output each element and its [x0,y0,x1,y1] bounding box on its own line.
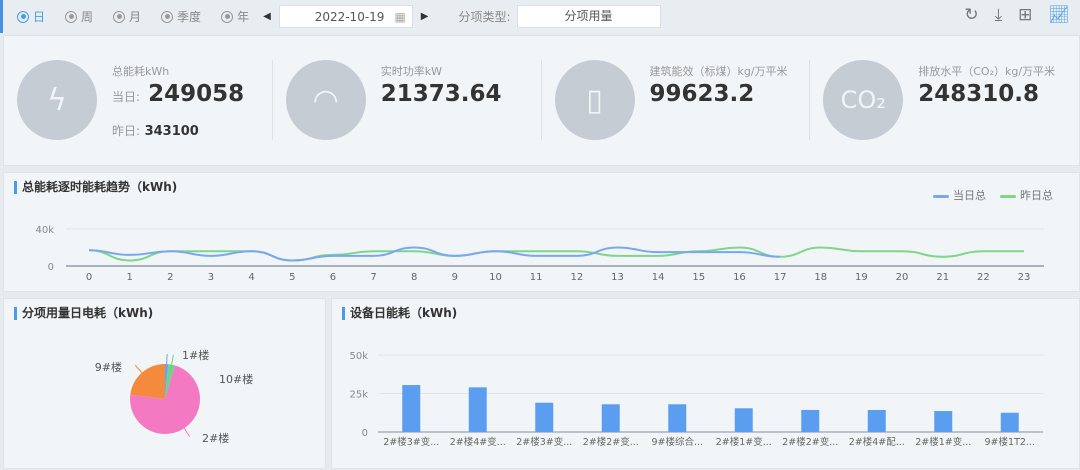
kpi-emission: CO₂ 排放水平（CO₂）kg/万平米 248310.8 [810,36,1079,165]
x-tick-label: 11 [530,272,543,283]
line-chart: 040k012345678910111213141516171819202122… [4,173,1080,293]
x-tick-label: 18 [814,272,827,283]
x-tick-label: 2#楼2#变... [583,436,639,448]
radio-icon [65,11,77,23]
pie-label: 9#楼 [95,360,122,374]
bar [535,403,553,432]
trend-panel: 总能耗逐时能耗趋势（kWh) 当日总 昨日总 040k0123456789101… [3,172,1080,292]
y-tick-label: 0 [48,262,54,273]
bar [402,385,420,432]
kpi-panel: ϟ 总能耗kWh 当日: 249058 昨日: 343100 ◠ 实时功率kW … [3,35,1080,166]
x-tick-label: 7 [370,272,376,283]
period-month[interactable]: 月 [113,8,141,25]
y-tick-label: 25k [349,390,368,401]
x-tick-label: 10 [489,272,502,283]
pie-label-line [172,355,174,365]
x-tick-label: 2#楼1#变... [716,436,772,448]
calendar-icon[interactable]: ▦ [394,10,405,24]
toolbar: 日 周 月 季度 年 ◀ 2022-10-19▦ ▶ 分项类型: 分项用量 ↻ … [0,0,1080,33]
x-tick-label: 12 [570,272,583,283]
bar-chart: 0 25k 50k 2#楼3#变... 2#楼4#变... 2#楼3#变... 2#楼2#变… [332,299,1080,470]
radio-icon [221,11,233,23]
pie-label: 1#楼 [182,348,209,362]
x-tick-label: 13 [611,272,624,283]
category-label: 分项类型: [458,8,510,25]
bar [668,404,686,432]
date-input[interactable]: 2022-10-19▦ [279,5,413,28]
pie-panel: 分项用量日电耗（kWh) 1#楼10#楼2#楼9#楼 [3,298,326,469]
export-icon[interactable]: ⤓ [995,5,1003,25]
category-select[interactable]: 分项用量 [517,5,661,28]
x-tick-label: 2#楼4#变... [450,436,506,448]
radio-icon [161,11,173,23]
x-tick-label: 2#楼4#配... [849,436,905,448]
radio-icon [17,11,29,23]
yesterday-value: 343100 [145,124,199,139]
x-tick-label: 5 [289,272,295,283]
radio-icon [113,11,125,23]
pie-label-line [184,428,189,436]
bar [801,410,819,432]
x-tick-label: 2#楼2#变... [782,436,838,448]
bar [934,411,952,432]
pie-slice [130,364,165,399]
x-tick-label: 2#楼3#变... [516,436,572,448]
co2-icon: CO₂ [823,60,903,140]
x-tick-label: 2#楼1#变... [915,436,971,448]
gauge-icon: ◠ [286,60,366,140]
chart-view-icon[interactable]: 📈︎ [1048,5,1070,25]
prev-date-button[interactable]: ◀ [263,11,271,22]
bar [469,387,487,432]
table-view-icon[interactable]: ⊞ [1018,5,1032,25]
y-tick-label: 50k [349,351,368,362]
x-tick-label: 6 [330,272,336,283]
period-quarter[interactable]: 季度 [161,8,201,25]
bar [735,408,753,432]
kpi-total-energy: ϟ 总能耗kWh 当日: 249058 昨日: 343100 [4,36,273,165]
y-tick-label: 40k [35,225,54,236]
x-tick-label: 9 [452,272,458,283]
lightning-icon: ϟ [17,60,97,140]
today-value: 249058 [148,81,244,107]
x-tick-label: 22 [977,272,990,283]
bar [1001,413,1019,432]
x-tick-label: 2#楼3#变... [383,436,439,448]
pie-label: 2#楼 [202,431,229,445]
x-tick-label: 19 [855,272,868,283]
x-tick-label: 16 [733,272,746,283]
kpi-power: ◠ 实时功率kW 21373.64 [273,36,542,165]
x-tick-label: 9#楼综合... [651,436,703,448]
x-tick-label: 1 [126,272,132,283]
x-tick-label: 4 [248,272,254,283]
x-tick-label: 9#楼1T2... [985,436,1035,448]
bar [602,404,620,432]
pie-label-line [135,365,142,373]
period-year[interactable]: 年 [221,8,249,25]
building-icon: ▯ [555,60,635,140]
bar-panel: 设备日能耗（kWh) 025k50k2#楼3#变...2#楼4#变...2#楼3… [331,298,1080,469]
pie-chart: 1#楼 10#楼 2#楼 9#楼 [4,299,327,470]
x-tick-label: 21 [936,272,949,283]
x-tick-label: 15 [692,272,705,283]
x-tick-label: 20 [896,272,909,283]
next-date-button[interactable]: ▶ [421,11,429,22]
kpi-building-efficiency: ▯ 建筑能效（标煤）kg/万平米 99623.2 [542,36,811,165]
refresh-icon[interactable]: ↻ [964,5,978,25]
y-tick-label: 0 [362,428,368,439]
x-tick-label: 2 [167,272,173,283]
x-tick-label: 3 [208,272,214,283]
bar [868,410,886,432]
period-day[interactable]: 日 [17,8,45,25]
period-week[interactable]: 周 [65,8,93,25]
x-tick-label: 0 [86,272,92,283]
x-tick-label: 23 [1018,272,1031,283]
x-tick-label: 17 [774,272,787,283]
x-tick-label: 8 [411,272,417,283]
pie-label: 10#楼 [219,372,253,386]
x-tick-label: 14 [652,272,665,283]
